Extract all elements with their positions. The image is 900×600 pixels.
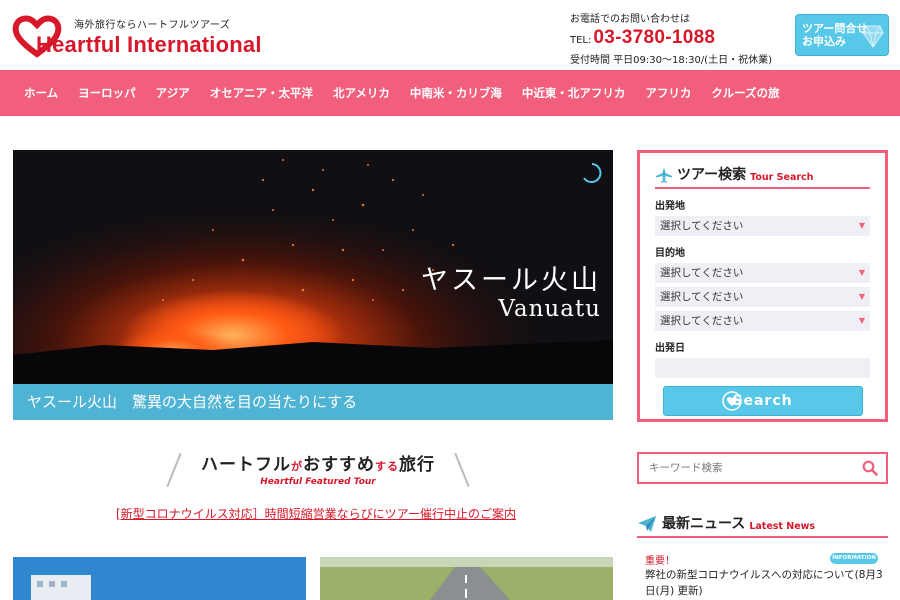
road-image	[320, 557, 613, 600]
news-title: 最新ニュース	[662, 516, 746, 532]
dropdown-arrow-icon: ▼	[858, 221, 865, 230]
departure-select[interactable]: 選択してください ▼	[655, 216, 870, 236]
tour-search-title-en: Tour Search	[750, 172, 814, 183]
destination-select-value: 選択してください	[660, 315, 744, 327]
nav-item-europe[interactable]: ヨーロッパ	[68, 85, 146, 101]
tour-search-panel: ツアー検索 Tour Search 出発地 選択してください ▼ 目的地 選択し…	[637, 150, 888, 422]
featured-title: ハートフルがおすすめする旅行	[163, 450, 473, 475]
covid-notice-link[interactable]: [新型コロナウイルス対応］時間短縮営業ならびにツアー催行中止のご案内	[116, 505, 516, 522]
destination-city-select[interactable]: 選択してください ▼	[655, 311, 870, 331]
contact-block: お電話でのお問い合わせは TEL: 03-3780-1088 受付時間 平日09…	[570, 10, 785, 66]
keyword-search	[637, 452, 888, 484]
destination-country-select[interactable]: 選択してください ▼	[655, 287, 870, 307]
building-image	[13, 557, 306, 600]
hero-slider[interactable]: ヤスール火山 Vanuatu ヤスール火山 驚異の大自然を目の当たりにする	[13, 150, 613, 420]
gem-icon	[862, 25, 884, 48]
tour-search-title: ツアー検索	[677, 167, 747, 183]
site-header: 海外旅行ならハートフルツアーズ Heartful International お…	[0, 0, 900, 70]
nav-item-middle-east[interactable]: 中近東・北アフリカ	[512, 85, 636, 101]
nav-item-africa[interactable]: アフリカ	[635, 85, 701, 101]
featured-title-part: ハートフル	[201, 455, 291, 475]
keyword-search-input[interactable]	[639, 454, 849, 482]
phone-prefix: TEL:	[570, 35, 592, 46]
destination-select-value: 選択してください	[660, 267, 744, 279]
departure-label: 出発地	[655, 201, 685, 212]
news-important-tag: 重要！	[645, 556, 675, 567]
news-category-badge: INFORMATION	[830, 553, 878, 564]
hero-title: ヤスール火山	[421, 265, 601, 296]
dropdown-arrow-icon: ▼	[858, 316, 865, 325]
main-nav: ホーム ヨーロッパ アジア オセアニア・太平洋 北アメリカ 中南米・カリブ海 中…	[0, 70, 900, 116]
logo-tagline: 海外旅行ならハートフルツアーズ	[74, 20, 231, 31]
departure-date-input[interactable]	[655, 358, 870, 378]
phone-number[interactable]: 03-3780-1088	[593, 27, 715, 49]
featured-subtitle: Heartful Featured Tour	[260, 477, 376, 487]
tour-search-header: ツアー検索 Tour Search	[655, 163, 870, 189]
nav-item-home[interactable]: ホーム	[14, 85, 68, 101]
logo-brand-name: Heartful International	[36, 32, 262, 57]
tour-inquiry-button[interactable]: ツアー問合せ お申込み	[795, 14, 889, 56]
tour-thumbnail[interactable]	[13, 557, 306, 600]
destination-select-value: 選択してください	[660, 291, 744, 303]
site-logo[interactable]: 海外旅行ならハートフルツアーズ Heartful International	[12, 10, 312, 62]
featured-title-part: する	[375, 460, 399, 473]
hero-subtitle: Vanuatu	[498, 296, 601, 322]
nav-item-latin-america[interactable]: 中南米・カリブ海	[400, 85, 512, 101]
business-hours: 受付時間 平日09:30〜18:30/(土日・祝休業)	[570, 55, 772, 66]
featured-title-part: おすすめ	[303, 455, 375, 475]
news-title-en: Latest News	[749, 521, 816, 532]
destination-region-select[interactable]: 選択してください ▼	[655, 263, 870, 283]
nav-item-cruise[interactable]: クルーズの旅	[701, 85, 789, 101]
destination-label: 目的地	[655, 248, 685, 259]
search-button[interactable]: Search	[662, 386, 863, 416]
nav-item-asia[interactable]: アジア	[146, 85, 200, 101]
heart-icon	[721, 391, 742, 411]
departure-date-label: 出発日	[655, 343, 685, 354]
dropdown-arrow-icon: ▼	[858, 292, 865, 301]
nav-item-north-america[interactable]: 北アメリカ	[323, 85, 400, 101]
featured-heading: ハートフルがおすすめする旅行 Heartful Featured Tour	[163, 450, 473, 492]
dropdown-arrow-icon: ▼	[858, 268, 865, 277]
phone-row: TEL: 03-3780-1088	[570, 27, 785, 49]
featured-title-part: 旅行	[399, 455, 435, 475]
airplane-icon	[656, 167, 672, 183]
loading-spinner-icon	[583, 163, 602, 183]
nav-item-oceania[interactable]: オセアニア・太平洋	[200, 85, 323, 101]
tour-thumbnail[interactable]	[320, 557, 613, 600]
news-header: 最新ニュース Latest News	[637, 512, 888, 538]
departure-select-value: 選択してください	[660, 220, 744, 232]
featured-title-part: が	[291, 460, 303, 473]
contact-label: お電話でのお問い合わせは	[570, 14, 690, 25]
paper-plane-icon	[638, 516, 656, 532]
search-icon[interactable]	[862, 460, 878, 476]
hero-caption[interactable]: ヤスール火山 驚異の大自然を目の当たりにする	[13, 384, 613, 420]
news-item-link[interactable]: 弊社の新型コロナウイルスへの対応について(8月3日(月) 更新)	[645, 567, 885, 599]
